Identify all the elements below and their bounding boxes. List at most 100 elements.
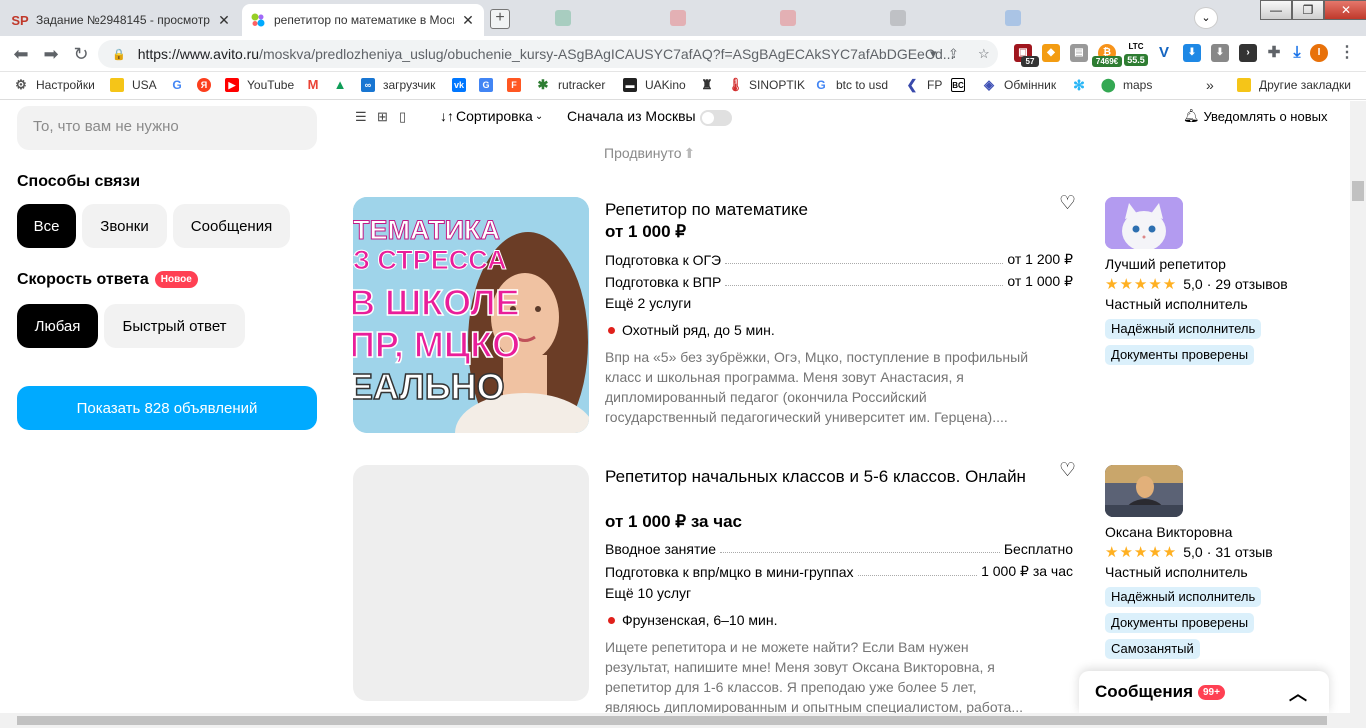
bookmark-bc[interactable]: BC <box>951 78 973 92</box>
bookmark-yandex[interactable]: Я <box>197 78 219 92</box>
sort-icon: ↓↑ <box>440 108 454 124</box>
bookmark-snowflake[interactable]: ✻ <box>1072 78 1094 92</box>
notify-button[interactable]: 🔔︎ Уведомлять о новых <box>1183 108 1327 124</box>
dropdown-icon[interactable]: ▾ <box>930 46 937 62</box>
chevron-up-icon[interactable]: ︿ <box>1289 680 1307 706</box>
new-tab-button[interactable]: + <box>490 9 510 29</box>
grid-view-icon[interactable]: ⊞ <box>377 110 391 123</box>
more-services-link[interactable]: Ещё 2 услуги <box>605 295 691 311</box>
briefcase-icon[interactable]: ▤ <box>1070 44 1088 62</box>
ghost-tab-icon[interactable] <box>1005 10 1021 26</box>
bookmark-uakino[interactable]: ▬ UAKino <box>623 78 686 92</box>
forward-icon[interactable]: ➡ <box>40 43 62 65</box>
tab-zadanie[interactable]: SP Задание №2948145 - просмотр з ✕ <box>4 4 240 36</box>
listing-image-placeholder[interactable] <box>353 465 589 701</box>
moscow-first-toggle[interactable] <box>700 110 732 126</box>
contact-calls-chip[interactable]: Звонки <box>82 204 167 248</box>
close-tab-icon[interactable]: ✕ <box>460 12 476 29</box>
reload-icon[interactable]: ↻ <box>70 43 92 65</box>
ghost-tab-icon[interactable] <box>555 10 571 26</box>
url-path: /moskva/predlozheniya_uslug/obuchenie_ku… <box>259 46 955 62</box>
service-row: Вводное занятие Бесплатно <box>605 541 1073 557</box>
downloads-icon[interactable]: ⤓ <box>1288 44 1306 62</box>
service-row: Подготовка к ОГЭ от 1 200 ₽ <box>605 251 1073 268</box>
ghost-tab-icon[interactable] <box>890 10 906 26</box>
bookmark-btc-to-usd[interactable]: Gbtc to usd <box>814 78 888 92</box>
terminal-icon[interactable]: › <box>1239 44 1257 62</box>
seller-avatar[interactable] <box>1105 197 1183 249</box>
bookmark-google[interactable]: G <box>170 78 192 92</box>
brave-icon[interactable]: ◆ <box>1042 44 1060 62</box>
list-view-icon[interactable]: ☰ <box>355 110 369 123</box>
bookmark-youtube[interactable]: ▶ YouTube <box>225 78 294 92</box>
share-icon[interactable]: ⇪ <box>948 46 959 62</box>
ghost-tab-icon[interactable] <box>780 10 796 26</box>
map-view-icon[interactable]: ▯ <box>399 110 413 123</box>
contact-all-chip[interactable]: Все <box>17 204 76 248</box>
vertical-scrollbar[interactable] <box>1350 101 1366 713</box>
puzzle-icon[interactable]: ✚ <box>1265 44 1283 62</box>
speed-fast-chip[interactable]: Быстрый ответ <box>104 304 245 348</box>
seller-name[interactable]: Оксана Викторовна <box>1105 524 1232 540</box>
bookmark-usa[interactable]: USA <box>110 78 157 92</box>
bookmarks-overflow-button[interactable]: » <box>1206 77 1214 93</box>
other-bookmarks[interactable]: Другие закладки <box>1237 78 1351 92</box>
bookmark-star-icon[interactable]: ☆ <box>978 46 990 62</box>
bookmark-obminnik[interactable]: ◈ Обмінник <box>982 78 1056 93</box>
bookmark-rutracker[interactable]: ✱ rutracker <box>536 78 606 93</box>
profile-avatar[interactable]: I <box>1310 44 1328 62</box>
listing-title[interactable]: Репетитор по математике <box>605 199 1035 221</box>
address-bar[interactable]: 🔒 https://www.avito.ru/moskva/predlozhen… <box>98 40 998 68</box>
snowflake-icon: ✻ <box>1073 77 1085 93</box>
save-icon[interactable]: ⬇ <box>1211 44 1229 62</box>
response-speed-title: Скорость ответа Новое <box>17 271 198 289</box>
listing-title[interactable]: Репетитор начальных классов и 5-6 классо… <box>605 466 1035 488</box>
menu-icon[interactable]: ⋮ <box>1338 44 1356 62</box>
favorite-heart-icon[interactable]: ♡ <box>1059 461 1076 480</box>
bookmark-vk[interactable]: vk <box>452 78 474 92</box>
bookmark-bottle[interactable]: ♜ <box>700 78 722 92</box>
image-text-line: ТЕМАТИКА <box>353 215 500 245</box>
download-extension-icon[interactable]: ⬇ <box>1183 44 1201 62</box>
ghost-tab-icon[interactable] <box>670 10 686 26</box>
bookmark-sinoptik[interactable]: 🌡 SINOPTIK <box>727 78 805 93</box>
bookmark-zagruzchik[interactable]: ∞ загрузчик <box>361 78 435 92</box>
seller-avatar[interactable] <box>1105 465 1183 517</box>
messages-panel[interactable]: Сообщения 99+ ︿ <box>1079 671 1329 713</box>
bookmark-maps[interactable]: ⬤ maps <box>1101 78 1152 93</box>
lock-icon: 🔒 <box>112 48 126 61</box>
seller-name[interactable]: Лучший репетитор <box>1105 256 1226 272</box>
horizontal-scrollbar[interactable] <box>0 713 1366 728</box>
rating-stars-icon: ★★★★★ <box>1105 276 1178 293</box>
metro-dot-icon <box>608 326 615 334</box>
back-icon[interactable]: ⬅ <box>10 43 32 65</box>
tab-search-icon[interactable]: ⌄ <box>1194 7 1218 29</box>
url-host: https://www.avito.ru <box>137 46 260 62</box>
bookmark-settings[interactable]: ⚙ Настройки <box>14 78 95 93</box>
bell-icon: 🔔︎ <box>1183 108 1200 123</box>
close-tab-icon[interactable]: ✕ <box>216 12 232 29</box>
bookmark-gmail[interactable]: M <box>306 78 328 92</box>
scrollbar-thumb[interactable] <box>1352 181 1364 201</box>
folder-icon <box>110 78 124 92</box>
favorite-heart-icon[interactable]: ♡ <box>1059 194 1076 213</box>
speed-any-chip[interactable]: Любая <box>17 304 98 348</box>
bookmark-drive[interactable]: ▲ <box>333 78 355 92</box>
show-results-button[interactable]: Показать 828 объявлений <box>17 386 317 430</box>
more-services-link[interactable]: Ещё 10 услуг <box>605 585 691 601</box>
minimize-button[interactable]: — <box>1260 0 1292 20</box>
listing-image[interactable]: ТЕМАТИКА З СТРЕССА В ШКОЛЕ ПР, МЦКО ЕАЛЬ… <box>353 197 589 433</box>
bookmark-f[interactable]: F <box>507 78 529 92</box>
maximize-button[interactable]: ❐ <box>1292 0 1324 20</box>
v-extension-icon[interactable]: V <box>1155 44 1173 62</box>
exclude-words-input[interactable]: То, что вам не нужно <box>17 106 317 150</box>
contact-messages-chip[interactable]: Сообщения <box>173 204 290 248</box>
sort-dropdown[interactable]: ↓↑ Сортировка ⌄ <box>440 108 543 124</box>
tab-avito[interactable]: репетитор по математике в Моск ✕ <box>242 4 484 36</box>
scrollbar-thumb[interactable] <box>17 716 1327 725</box>
yandex-icon: Я <box>197 78 211 92</box>
bookmark-fp[interactable]: ❮ FP <box>905 78 943 93</box>
close-window-button[interactable]: ✕ <box>1324 0 1366 20</box>
seller-rating: ★★★★★ 5,0 · 29 отзывов <box>1105 276 1288 293</box>
bookmark-translate[interactable]: G <box>479 78 501 92</box>
